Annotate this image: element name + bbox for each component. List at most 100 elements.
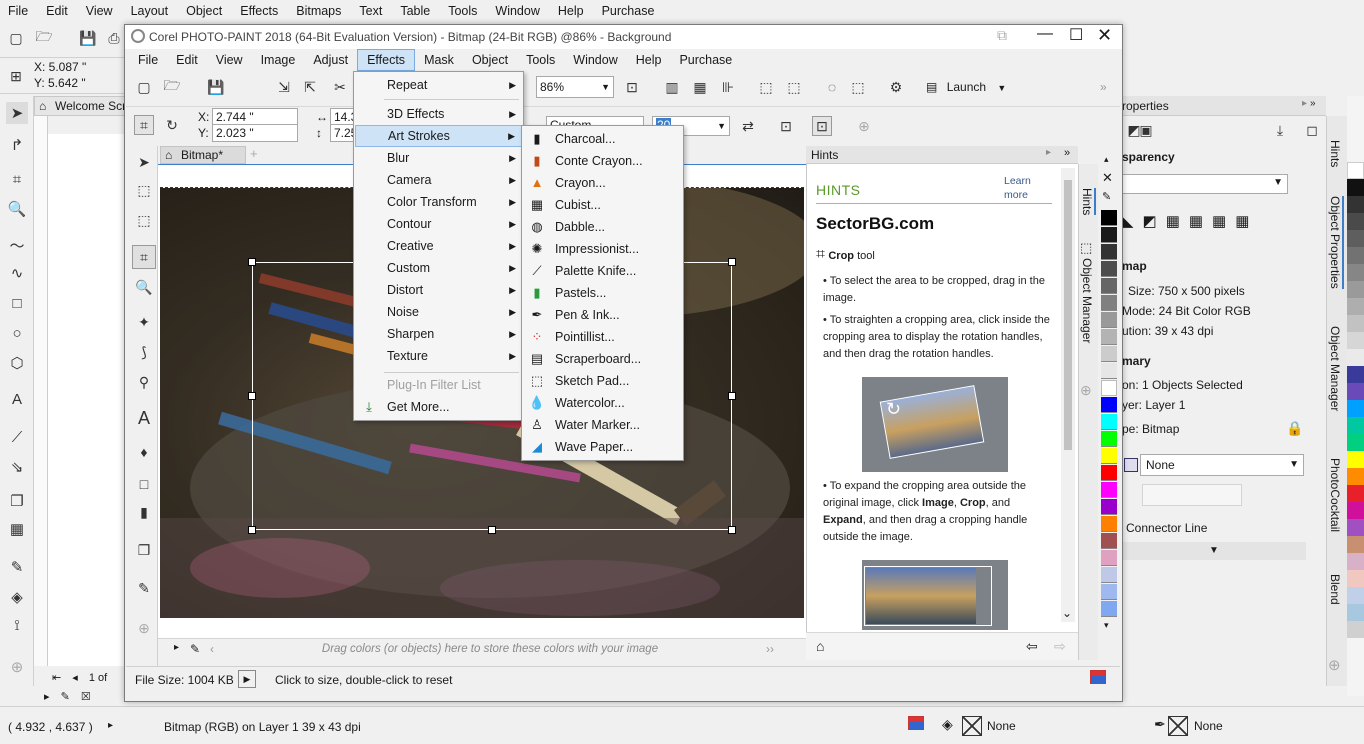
add-doc-tab-icon[interactable]: + (250, 146, 258, 161)
palette-color-swatch[interactable] (1101, 601, 1117, 617)
learn-more-link[interactable]: Learn more (1004, 174, 1038, 202)
fill-none-swatch-icon[interactable] (962, 716, 982, 736)
palette-color-swatch[interactable] (1101, 227, 1117, 243)
add-icon[interactable]: ⊕ (854, 116, 874, 136)
outline-none-swatch-icon[interactable] (1168, 716, 1188, 736)
launch-button[interactable]: ▤ Launch ▼ (926, 77, 1006, 97)
add-tool-icon[interactable]: ⊕ (6, 656, 28, 678)
object-marquee-icon[interactable]: ⬚ (848, 77, 868, 97)
palette-color-swatch[interactable] (1101, 329, 1117, 345)
outer-menu-layout[interactable]: Layout (122, 0, 178, 22)
blend-tool-icon[interactable]: ⇘ (6, 456, 28, 478)
ellipse-tool-icon[interactable]: ○ (6, 322, 28, 344)
open-folder-icon[interactable]: 🗁 (34, 28, 54, 48)
art-stroke-charcoal[interactable]: ▮ Charcoal... (523, 128, 682, 150)
palette-color-swatch[interactable] (1347, 536, 1364, 553)
palette-color-swatch[interactable] (1347, 281, 1364, 298)
palette-color-swatch[interactable] (1101, 414, 1117, 430)
palette-color-swatch[interactable] (1101, 465, 1117, 481)
new-image-icon[interactable]: ▢ (134, 77, 154, 97)
tab-blend[interactable]: Blend (1328, 574, 1342, 605)
palette-color-swatch[interactable] (1347, 468, 1364, 485)
zoom-level-field[interactable]: 86% ▼ (536, 76, 614, 98)
palette-color-swatch[interactable] (1347, 519, 1364, 536)
crop-handle-tl[interactable] (248, 258, 256, 266)
outer-y-field[interactable]: Y: 5.642 " (34, 76, 86, 90)
palette-color-swatch[interactable] (1347, 621, 1364, 638)
palette-color-swatch[interactable] (1347, 366, 1364, 383)
freehand-tool-icon[interactable]: 〜 (6, 234, 28, 256)
palette-flyout-icon[interactable]: ▸ (174, 642, 179, 653)
menu-mask[interactable]: Mask (415, 49, 463, 71)
save-icon[interactable]: 💾 (78, 28, 98, 48)
menu-view[interactable]: View (207, 49, 252, 71)
palette-color-swatch[interactable] (1101, 499, 1117, 515)
menu-file[interactable]: File (129, 49, 167, 71)
paint-tool-icon[interactable]: ♦ (134, 442, 154, 462)
tab-hints[interactable]: Hints (1080, 188, 1096, 216)
palette-color-swatch[interactable] (1101, 431, 1117, 447)
palette-color-swatch[interactable] (1101, 346, 1117, 362)
add-inner-docker-icon[interactable]: ⊕ (1080, 382, 1092, 399)
palette-arrow-icon[interactable]: ▸ (44, 691, 50, 703)
palette-color-swatch[interactable] (1347, 485, 1364, 502)
transparency-tab-icon[interactable]: ▣ (1136, 120, 1156, 140)
cut-icon[interactable]: ✂ (330, 77, 350, 97)
outer-menu-window[interactable]: Window (486, 0, 548, 22)
dropper-tool-icon[interactable]: ⚲ (134, 372, 154, 392)
menu-object[interactable]: Object (463, 49, 517, 71)
crop-handle-br[interactable] (728, 526, 736, 534)
y-position-field[interactable]: 2.023 " (212, 124, 298, 142)
effects-item-art-strokes[interactable]: Art Strokes ▶ (355, 125, 522, 147)
palette-color-swatch[interactable] (1347, 587, 1364, 604)
art-stroke-dabble[interactable]: ◍ Dabble... (523, 216, 682, 238)
art-stroke-wave-paper[interactable]: ◢ Wave Paper... (523, 436, 682, 458)
effects-item-texture[interactable]: Texture ▶ (355, 345, 522, 367)
tab-hints-outer[interactable]: Hints (1328, 140, 1342, 167)
rectangle-tool-icon[interactable]: □ (134, 474, 154, 494)
palette-color-swatch[interactable] (1347, 213, 1364, 230)
menu-effects[interactable]: Effects (357, 49, 416, 71)
red-eye-tool-icon[interactable]: ✦ (134, 312, 154, 332)
palette-color-swatch[interactable] (1101, 380, 1117, 396)
eraser-tool-icon[interactable]: ▮ (134, 502, 154, 522)
menu-image[interactable]: Image (252, 49, 305, 71)
outer-menu-text[interactable]: Text (350, 0, 391, 22)
crop-tool-active-icon[interactable]: ⌗ (132, 245, 156, 269)
effects-item-repeat[interactable]: Repeat ▶ (355, 74, 522, 96)
art-stroke-pastels[interactable]: ▮ Pastels... (523, 282, 682, 304)
palette-color-swatch[interactable] (1101, 210, 1117, 226)
grid-icon[interactable]: ▦ (690, 77, 710, 97)
shadow-tool-icon[interactable]: ❐ (6, 490, 28, 512)
swap-dimensions-icon[interactable]: ⇄ (738, 116, 758, 136)
window-titlebar[interactable]: Corel PHOTO-PAINT 2018 (64-Bit Evaluatio… (125, 25, 1122, 49)
palette-color-swatch[interactable] (1101, 261, 1117, 277)
effects-item-get-more[interactable]: ⤓ Get More... (355, 396, 522, 418)
color-proof-icon[interactable] (908, 716, 924, 730)
zoom-tool-icon[interactable]: 🔍 (6, 198, 28, 220)
toolbar-overflow-icon[interactable]: » (1100, 80, 1107, 94)
eyedropper-tool-icon[interactable]: ✎ (134, 578, 154, 598)
mask-color-icon[interactable]: ◌ (822, 77, 842, 97)
drop-shadow-tool-icon[interactable]: ❐ (134, 540, 154, 560)
art-stroke-water-marker[interactable]: ♙ Water Marker... (523, 414, 682, 436)
hints-home-icon[interactable]: ⌂ (816, 638, 824, 654)
palette-color-swatch[interactable] (1347, 349, 1364, 366)
text-tool-icon[interactable]: A (6, 388, 28, 410)
status-arrow-icon[interactable]: ▸ (108, 720, 113, 731)
crop-handle-tr[interactable] (728, 258, 736, 266)
palette-color-swatch[interactable] (1101, 516, 1117, 532)
palette-scroll-down-icon[interactable]: ▾ (1104, 620, 1109, 631)
palette-color-swatch[interactable] (1101, 397, 1117, 413)
palette-color-swatch[interactable] (1347, 417, 1364, 434)
palette-color-swatch[interactable] (1101, 448, 1117, 464)
palette-eyedrop-icon[interactable]: ✎ (1102, 190, 1111, 203)
palette-scroll-left-icon[interactable]: ‹ (210, 642, 214, 656)
effects-item-camera[interactable]: Camera ▶ (355, 169, 522, 191)
tab-object-properties[interactable]: Object Properties (1328, 196, 1344, 289)
effects-item-custom[interactable]: Custom ▶ (355, 257, 522, 279)
effect-tool-icon[interactable]: ⟆ (134, 342, 154, 362)
mask-marquee-icon[interactable]: ⬚ (756, 77, 776, 97)
palette-color-swatch[interactable] (1347, 434, 1364, 451)
outer-menu-table[interactable]: Table (391, 0, 439, 22)
